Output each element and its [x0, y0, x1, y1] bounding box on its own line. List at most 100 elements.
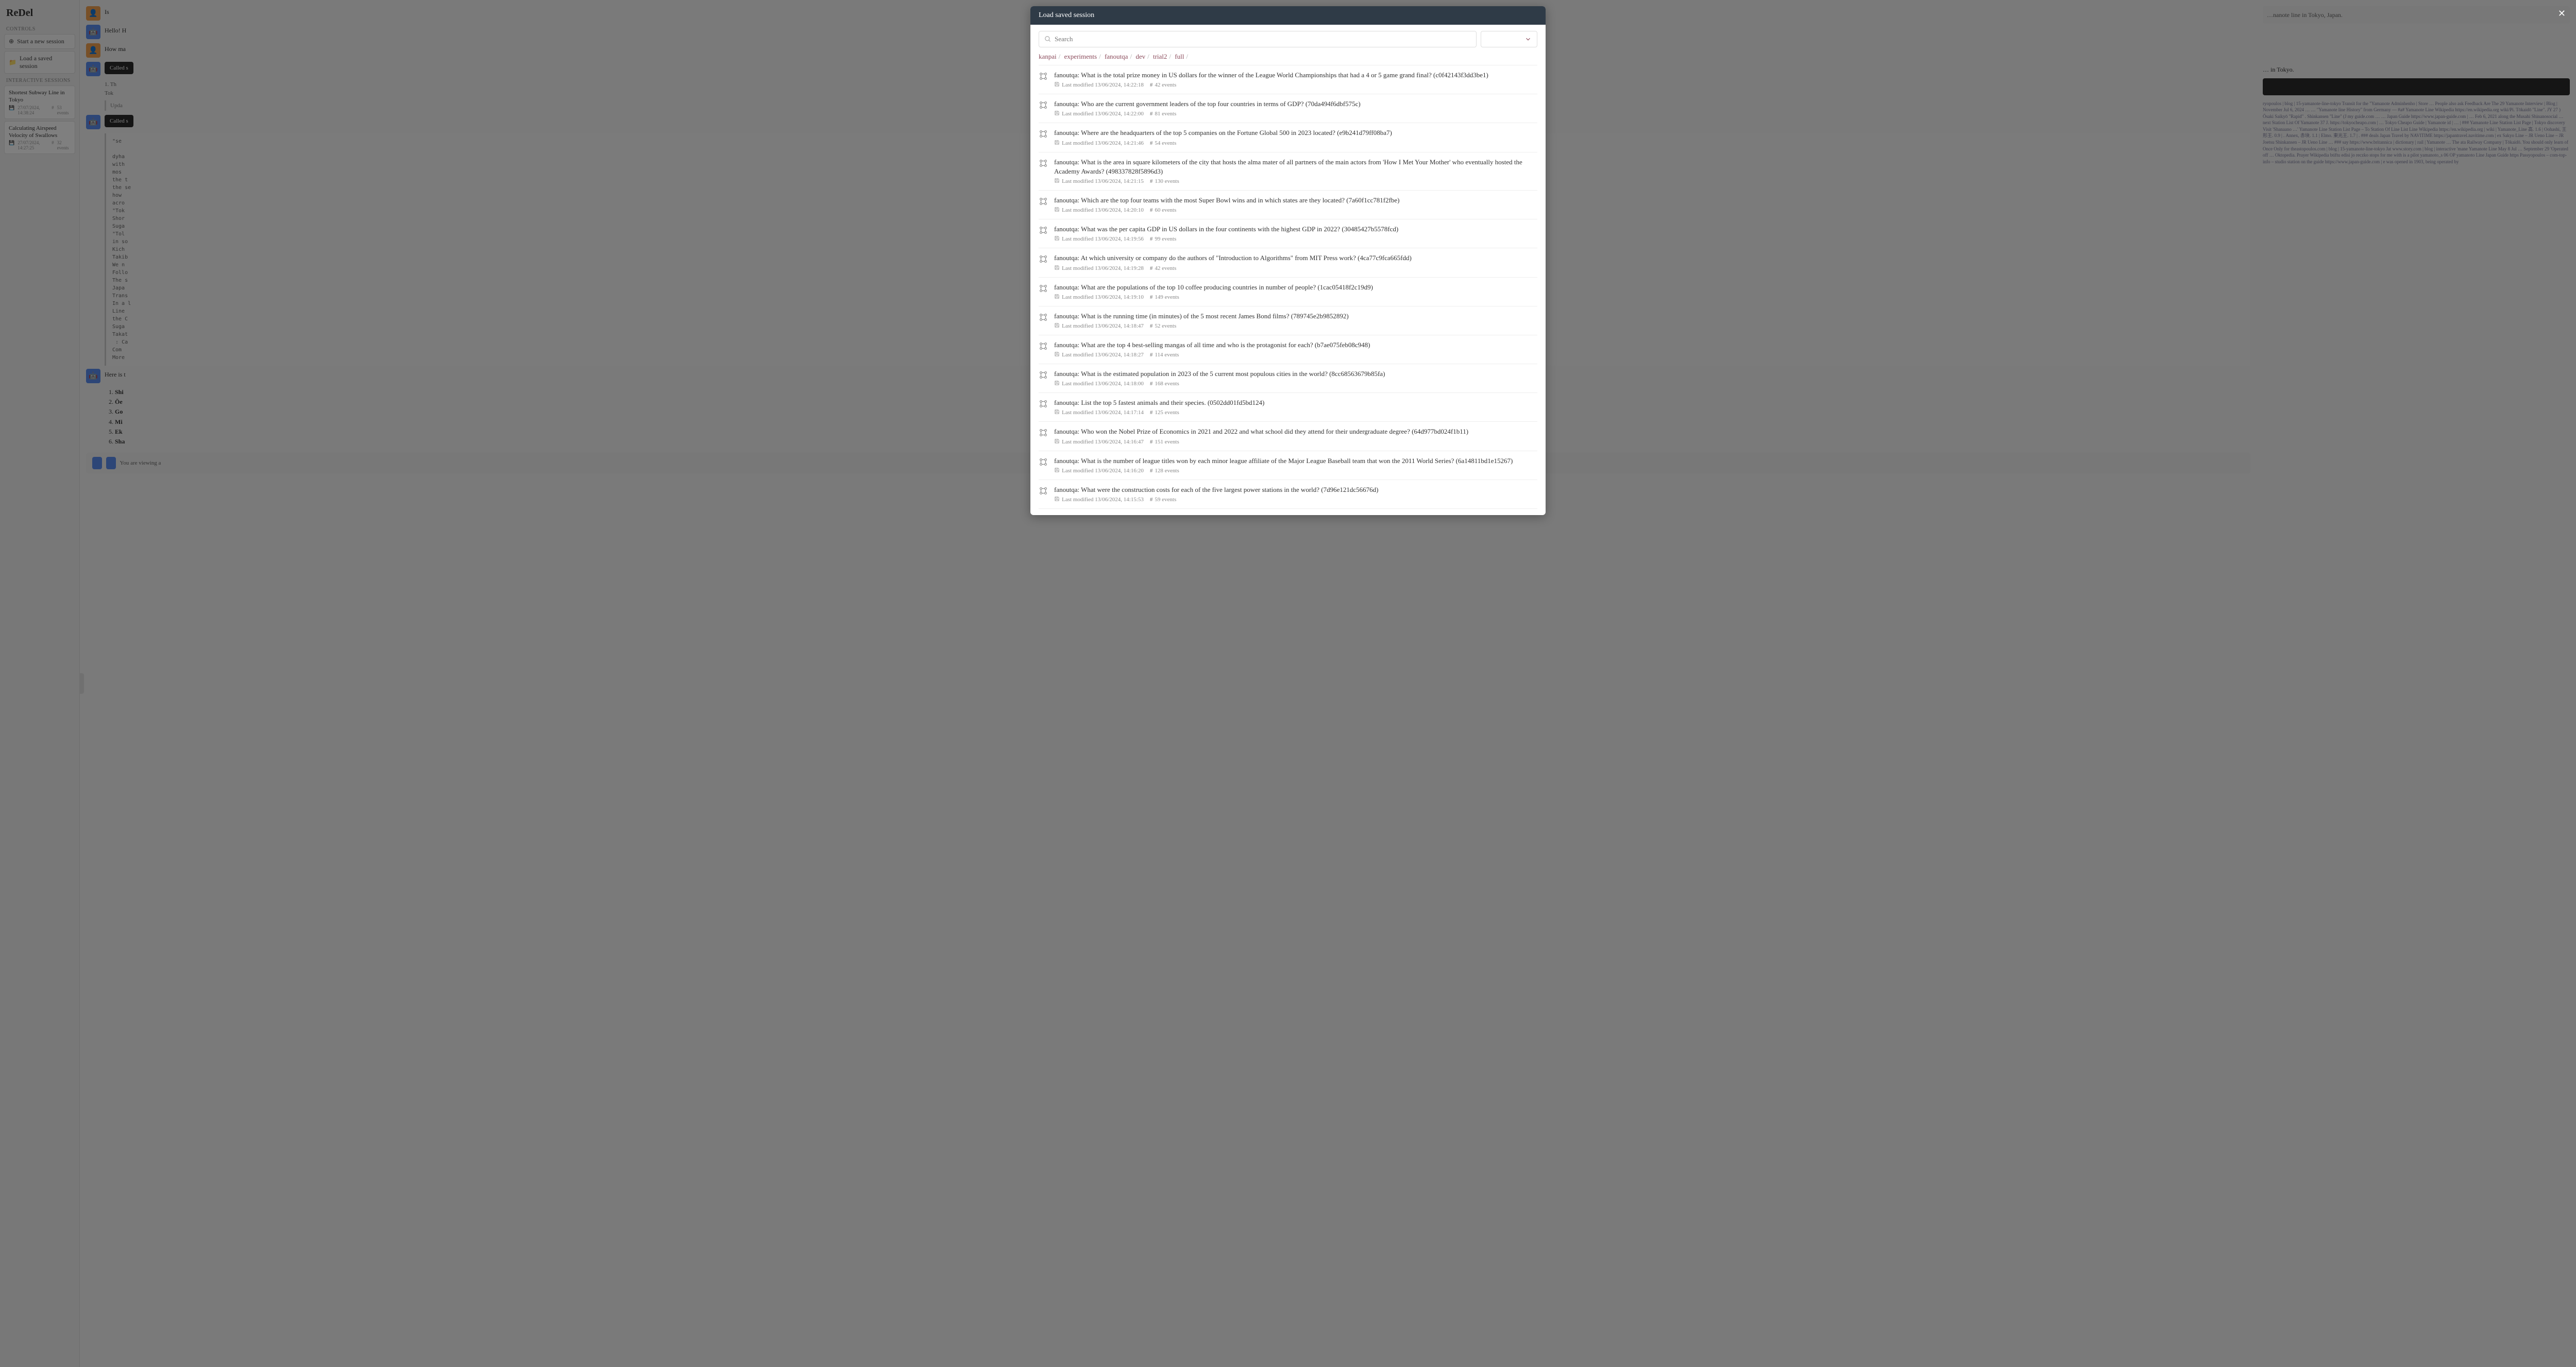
- session-row[interactable]: fanoutqa: What is the total prize money …: [1039, 65, 1537, 94]
- nodes-icon: [1039, 313, 1049, 323]
- breadcrumb-item[interactable]: dev: [1136, 53, 1145, 60]
- session-row-title: fanoutqa: What is the total prize money …: [1054, 71, 1537, 80]
- session-modified: Last modified 13/06/2024, 14:22:18: [1062, 82, 1144, 88]
- sort-dropdown[interactable]: [1481, 31, 1537, 47]
- nodes-icon: [1039, 399, 1049, 409]
- hash-icon: #: [1150, 140, 1153, 146]
- breadcrumb-item[interactable]: kanpai: [1039, 53, 1057, 60]
- nodes-icon: [1039, 159, 1049, 169]
- session-modified: Last modified 13/06/2024, 14:17:14: [1062, 409, 1144, 416]
- nodes-icon: [1039, 197, 1049, 207]
- breadcrumb-item[interactable]: trial2: [1153, 53, 1167, 60]
- save-icon: [1054, 409, 1060, 416]
- session-events: 42 events: [1155, 82, 1176, 88]
- save-icon: [1054, 351, 1060, 358]
- save-icon: [1054, 322, 1060, 330]
- session-row[interactable]: fanoutqa: List the top 5 fastest animals…: [1039, 393, 1537, 422]
- session-events: 114 events: [1155, 352, 1179, 358]
- session-row-title: fanoutqa: What is the area in square kil…: [1054, 158, 1537, 176]
- session-row-title: fanoutqa: Which are the top four teams w…: [1054, 196, 1537, 205]
- session-row-title: fanoutqa: What was the per capita GDP in…: [1054, 225, 1537, 234]
- save-icon: [1054, 438, 1060, 446]
- save-icon: [1054, 140, 1060, 147]
- breadcrumb-item[interactable]: experiments: [1064, 53, 1097, 60]
- nodes-icon: [1039, 100, 1049, 111]
- save-icon: [1054, 178, 1060, 185]
- session-events: 60 events: [1155, 207, 1176, 213]
- nodes-icon: [1039, 428, 1049, 438]
- session-row[interactable]: fanoutqa: What was the per capita GDP in…: [1039, 219, 1537, 248]
- hash-icon: #: [1150, 111, 1153, 117]
- session-events: 128 events: [1155, 468, 1179, 474]
- save-icon: [1054, 265, 1060, 272]
- nodes-icon: [1039, 226, 1049, 236]
- session-row-title: fanoutqa: What is the running time (in m…: [1054, 312, 1537, 321]
- session-row[interactable]: fanoutqa: Who won the Nobel Prize of Eco…: [1039, 422, 1537, 451]
- session-row-title: fanoutqa: What are the top 4 best-sellin…: [1054, 340, 1537, 350]
- session-events: 42 events: [1155, 265, 1176, 271]
- nodes-icon: [1039, 341, 1049, 352]
- nodes-icon: [1039, 486, 1049, 497]
- session-modified: Last modified 13/06/2024, 14:22:00: [1062, 111, 1144, 117]
- hash-icon: #: [1150, 323, 1153, 329]
- session-row[interactable]: fanoutqa: Where are the headquarters of …: [1039, 123, 1537, 152]
- session-row[interactable]: fanoutqa: What are the populations of th…: [1039, 278, 1537, 306]
- session-events: 168 events: [1155, 381, 1179, 387]
- session-row-title: fanoutqa: What are the populations of th…: [1054, 283, 1537, 292]
- save-icon: [1054, 380, 1060, 387]
- hash-icon: #: [1150, 207, 1153, 213]
- session-row[interactable]: fanoutqa: Which are the top four teams w…: [1039, 191, 1537, 219]
- session-events: 149 events: [1155, 294, 1179, 300]
- nodes-icon: [1039, 129, 1049, 140]
- modal-title: Load saved session: [1039, 11, 1094, 20]
- save-icon: [1054, 81, 1060, 89]
- session-modified: Last modified 13/06/2024, 14:19:28: [1062, 265, 1144, 271]
- save-icon: [1054, 294, 1060, 301]
- session-modified: Last modified 13/06/2024, 14:18:00: [1062, 381, 1144, 387]
- session-row[interactable]: fanoutqa: What is the estimated populati…: [1039, 364, 1537, 393]
- session-row-title: fanoutqa: At which university or company…: [1054, 253, 1537, 263]
- nodes-icon: [1039, 254, 1049, 265]
- session-events: 130 events: [1155, 178, 1179, 184]
- search-input[interactable]: [1055, 35, 1471, 43]
- session-events: 52 events: [1155, 323, 1176, 329]
- breadcrumb-item[interactable]: full: [1175, 53, 1184, 60]
- session-modified: Last modified 13/06/2024, 14:19:10: [1062, 294, 1144, 300]
- save-icon: [1054, 207, 1060, 214]
- modal-body: kanpai/ experiments/ fanoutqa/ dev/ tria…: [1030, 25, 1546, 515]
- hash-icon: #: [1150, 294, 1153, 300]
- nodes-icon: [1039, 370, 1049, 381]
- session-row[interactable]: fanoutqa: What is the area in square kil…: [1039, 152, 1537, 191]
- session-modified: Last modified 13/06/2024, 14:15:53: [1062, 497, 1144, 503]
- session-events: 99 events: [1155, 236, 1176, 242]
- session-list: fanoutqa: What is the total prize money …: [1039, 65, 1537, 509]
- session-modified: Last modified 13/06/2024, 14:20:10: [1062, 207, 1144, 213]
- session-row-title: fanoutqa: What were the construction cos…: [1054, 485, 1537, 494]
- session-row-title: fanoutqa: Who won the Nobel Prize of Eco…: [1054, 427, 1537, 436]
- session-events: 81 events: [1155, 111, 1176, 117]
- hash-icon: #: [1150, 352, 1153, 358]
- hash-icon: #: [1150, 409, 1153, 416]
- hash-icon: #: [1150, 236, 1153, 242]
- hash-icon: #: [1150, 468, 1153, 474]
- nodes-icon: [1039, 284, 1049, 294]
- save-icon: [1054, 496, 1060, 503]
- save-icon: [1054, 235, 1060, 243]
- hash-icon: #: [1150, 439, 1153, 445]
- chevron-down-icon: [1524, 36, 1532, 43]
- session-row[interactable]: fanoutqa: Who are the current government…: [1039, 94, 1537, 123]
- modal-header: Load saved session: [1030, 6, 1546, 25]
- session-row[interactable]: fanoutqa: What are the top 4 best-sellin…: [1039, 335, 1537, 364]
- session-row-title: fanoutqa: What is the number of league t…: [1054, 456, 1537, 466]
- session-row-title: fanoutqa: List the top 5 fastest animals…: [1054, 398, 1537, 407]
- session-row[interactable]: fanoutqa: At which university or company…: [1039, 248, 1537, 277]
- close-icon[interactable]: ✕: [2558, 8, 2566, 19]
- search-box[interactable]: [1039, 31, 1477, 47]
- hash-icon: #: [1150, 381, 1153, 387]
- breadcrumb-item[interactable]: fanoutqa: [1105, 53, 1128, 60]
- session-row[interactable]: fanoutqa: What is the number of league t…: [1039, 451, 1537, 480]
- session-row[interactable]: fanoutqa: What were the construction cos…: [1039, 480, 1537, 509]
- hash-icon: #: [1150, 265, 1153, 271]
- session-row[interactable]: fanoutqa: What is the running time (in m…: [1039, 306, 1537, 335]
- breadcrumb: kanpai/ experiments/ fanoutqa/ dev/ tria…: [1039, 53, 1537, 61]
